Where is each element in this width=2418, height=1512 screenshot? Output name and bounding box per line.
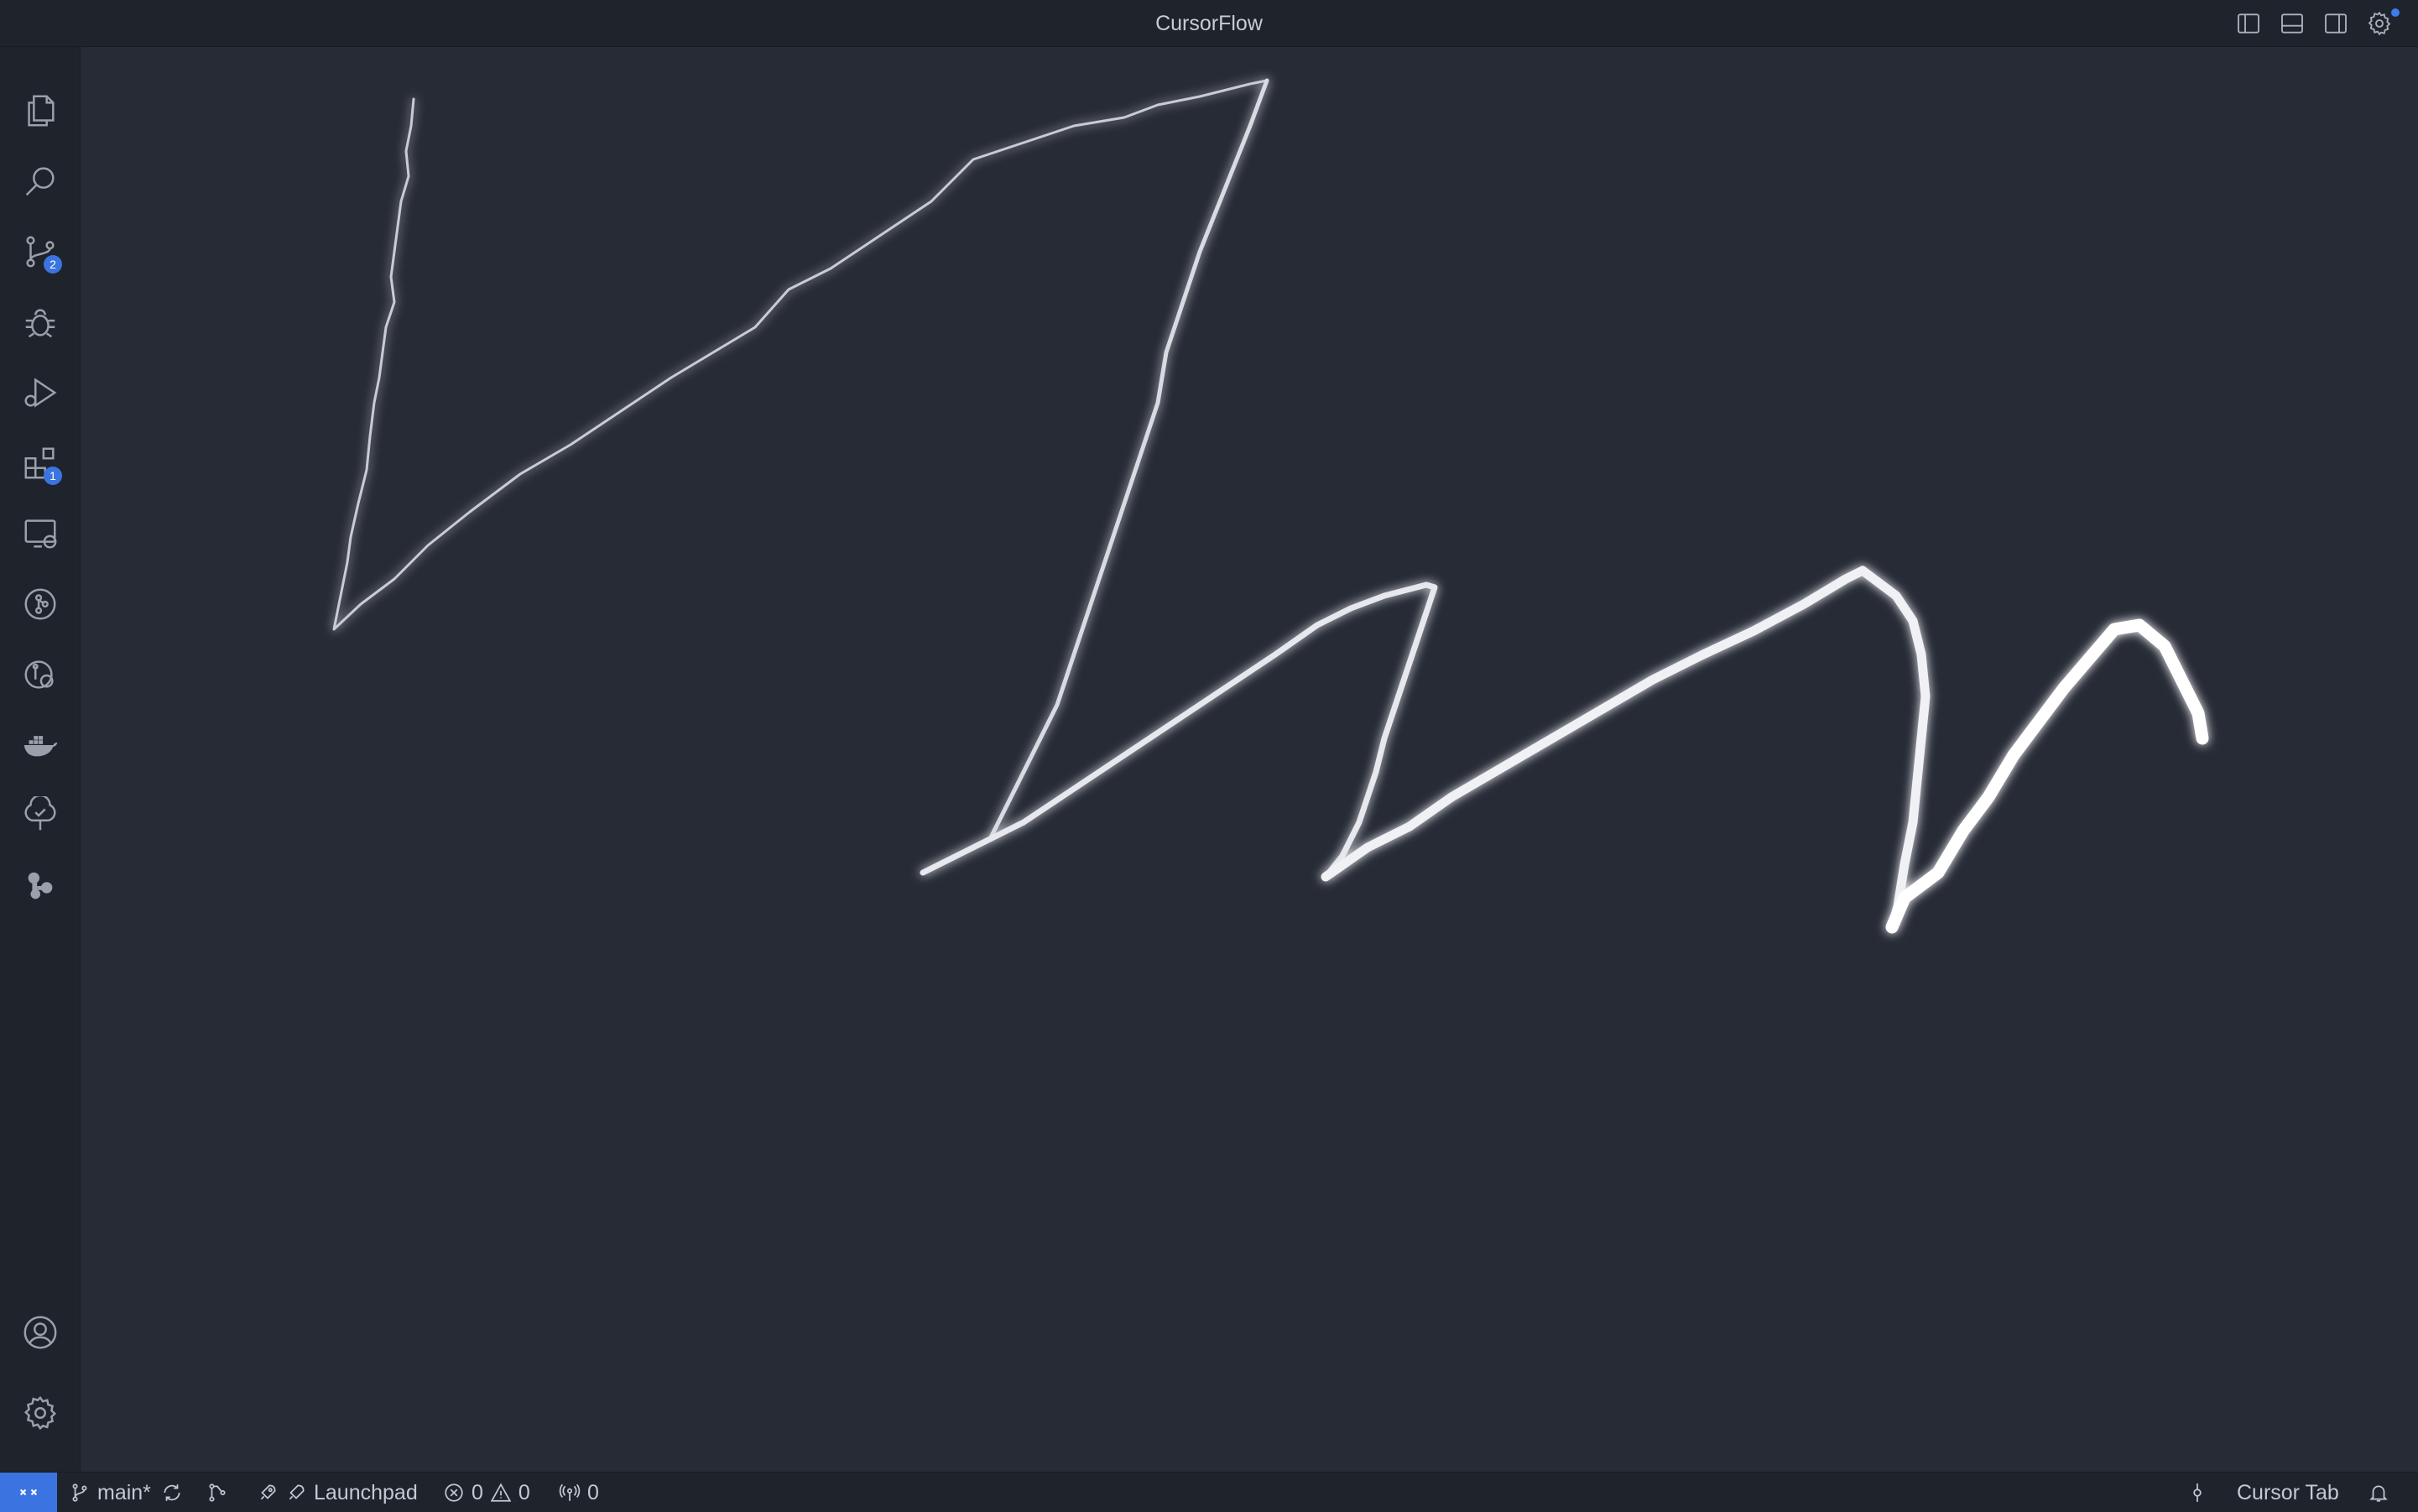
update-dot	[2391, 8, 2400, 17]
launchpad-item[interactable]: Launchpad	[257, 1473, 418, 1512]
problems-indicator[interactable]: 0 0	[443, 1473, 530, 1512]
sync-icon[interactable]	[161, 1473, 183, 1512]
launchpad-label: Launchpad	[314, 1480, 418, 1504]
toggle-panel-icon[interactable]	[2277, 8, 2307, 39]
trail-segment-3	[920, 581, 1438, 880]
trail-segment-1	[332, 79, 1269, 631]
status-bar: main* Launchpad 0 0 0 Cursor Tab	[0, 1472, 2418, 1512]
search-icon[interactable]	[17, 158, 64, 205]
branch-name: main*	[97, 1480, 151, 1504]
trail-segment-2	[920, 78, 1269, 875]
layout-controls	[2233, 8, 2400, 39]
docker-icon[interactable]	[17, 722, 64, 769]
cursor-tab-label: Cursor Tab	[2237, 1480, 2339, 1504]
extensions-badge: 1	[44, 467, 62, 485]
drawing-canvas[interactable]	[81, 48, 2418, 1472]
git-commit-icon[interactable]	[2186, 1473, 2208, 1512]
git-history-icon[interactable]	[17, 651, 64, 698]
git-branch-icon	[72, 1483, 87, 1502]
toggle-primary-sidebar-icon[interactable]	[2233, 8, 2264, 39]
title-bar: CursorFlow	[0, 0, 2418, 47]
trail-segment-4	[1321, 566, 1931, 932]
warning-icon	[490, 1483, 512, 1502]
git-graph-icon[interactable]	[17, 581, 64, 628]
toggle-secondary-sidebar-icon[interactable]	[2321, 8, 2351, 39]
bell-icon[interactable]	[2368, 1473, 2389, 1512]
git-compare-icon[interactable]	[206, 1473, 228, 1512]
activity-bar: 2 1	[0, 47, 81, 1472]
broadcast-icon	[559, 1483, 581, 1501]
ports-count: 0	[587, 1480, 599, 1504]
app-window: CursorFlow 2 1 main* Launchpad 0 0 0 Cur…	[0, 0, 2418, 1512]
settings-gear-icon[interactable]	[2364, 8, 2400, 39]
remote-explorer-icon[interactable]	[17, 510, 64, 557]
source-control-icon[interactable]: 2	[17, 228, 64, 275]
rocket-icon	[260, 1484, 276, 1500]
rocket-outline-icon	[289, 1484, 305, 1500]
error-count: 0	[472, 1480, 483, 1504]
warning-count: 0	[518, 1480, 530, 1504]
branch-indicator[interactable]: main*	[69, 1473, 151, 1512]
cursor-tab-item[interactable]: Cursor Tab	[2237, 1473, 2339, 1512]
trail-segment-5	[1885, 618, 2209, 934]
window-title: CursorFlow	[1155, 12, 1263, 35]
run-debug-icon[interactable]	[17, 369, 64, 416]
files-icon[interactable]	[17, 87, 64, 134]
account-icon[interactable]	[17, 1309, 64, 1356]
tree-check-icon[interactable]	[17, 792, 64, 839]
cursor-trail-drawing	[332, 78, 2209, 934]
bug-icon[interactable]	[17, 299, 64, 346]
puzzle-gear-icon[interactable]	[17, 863, 64, 910]
ports-indicator[interactable]: 0	[559, 1473, 599, 1512]
source-control-badge: 2	[44, 255, 62, 274]
gear-icon[interactable]	[17, 1389, 64, 1436]
remote-indicator-icon[interactable]	[0, 1473, 57, 1512]
extensions-icon[interactable]: 1	[17, 440, 64, 487]
error-icon	[445, 1483, 463, 1502]
